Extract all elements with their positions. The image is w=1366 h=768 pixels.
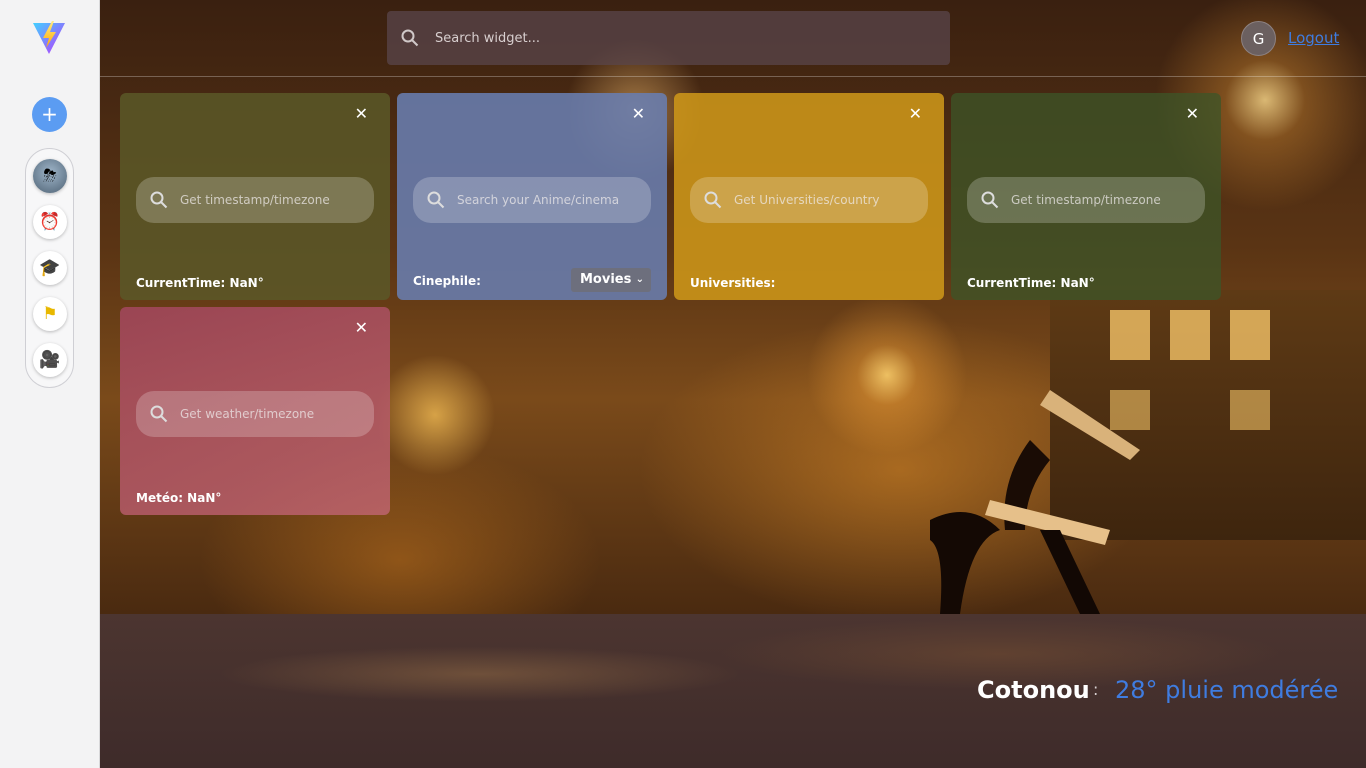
- flag-app-icon[interactable]: ⚑: [33, 297, 67, 331]
- weather-input[interactable]: [180, 407, 370, 421]
- category-select-value: Movies: [580, 272, 632, 287]
- cinephile-app-icon[interactable]: 🎥: [33, 343, 67, 377]
- clock-app-icon[interactable]: ⏰: [33, 205, 67, 239]
- search-icon: [981, 191, 999, 209]
- search-icon: [401, 29, 419, 47]
- widget-search-field[interactable]: [136, 391, 374, 437]
- close-icon[interactable]: ✕: [632, 105, 645, 123]
- weather-description: 28° pluie modérée: [1115, 676, 1339, 704]
- widget-label: Universities:: [690, 276, 776, 290]
- cinema-search-input[interactable]: [457, 193, 647, 207]
- storm-cloud-icon: ⛈: [43, 166, 57, 186]
- widget-app-list: ⛈ ⏰ 🎓 ⚑ 🎥: [25, 148, 74, 388]
- widget-search-field[interactable]: [967, 177, 1205, 223]
- widget-search-field[interactable]: [136, 177, 374, 223]
- widget-search-input[interactable]: [435, 30, 915, 46]
- movie-camera-icon: 🎥: [39, 350, 61, 370]
- search-icon: [150, 405, 168, 423]
- avatar[interactable]: G: [1241, 21, 1276, 56]
- close-icon[interactable]: ✕: [355, 319, 368, 337]
- widget-meteo: ✕ Metéo: NaN°: [120, 307, 390, 515]
- header-divider: [100, 76, 1366, 77]
- alarm-clock-icon: ⏰: [39, 212, 61, 232]
- timezone-input[interactable]: [1011, 193, 1201, 207]
- search-icon: [150, 191, 168, 209]
- country-input[interactable]: [734, 193, 924, 207]
- timezone-input[interactable]: [180, 193, 370, 207]
- widget-current-time: ✕ CurrentTime: NaN°: [951, 93, 1221, 300]
- widget-label: Cinephile:: [413, 274, 481, 288]
- graduation-cap-icon: 🎓: [39, 258, 61, 278]
- widget-search-field[interactable]: [413, 177, 651, 223]
- universities-app-icon[interactable]: 🎓: [33, 251, 67, 285]
- vite-logo-icon[interactable]: [32, 20, 66, 56]
- widget-universities: ✕ Universities:: [674, 93, 944, 300]
- weather-footer: Cotonou : 28° pluie modérée: [100, 614, 1366, 768]
- chevron-down-icon: ⌄: [635, 274, 644, 285]
- separator: :: [1093, 680, 1099, 699]
- widget-current-time: ✕ CurrentTime: NaN°: [120, 93, 390, 300]
- city-name: Cotonou: [977, 676, 1090, 704]
- background-bench: [930, 390, 1140, 614]
- close-icon[interactable]: ✕: [355, 105, 368, 123]
- widget-label: Metéo: NaN°: [136, 491, 222, 505]
- widget-cinephile: ✕ Cinephile: Movies ⌄: [397, 93, 667, 300]
- widget-search-bar[interactable]: [387, 11, 950, 65]
- category-select[interactable]: Movies ⌄: [571, 268, 651, 292]
- widget-label: CurrentTime: NaN°: [136, 276, 264, 290]
- weather-app-icon[interactable]: ⛈: [33, 159, 67, 193]
- search-icon: [427, 191, 445, 209]
- widget-label: CurrentTime: NaN°: [967, 276, 1095, 290]
- widget-search-field[interactable]: [690, 177, 928, 223]
- add-widget-button[interactable]: +: [32, 97, 67, 132]
- dashboard-area: G Logout ✕ CurrentTime: NaN° ✕ Cinephile…: [100, 0, 1366, 614]
- sidebar: + ⛈ ⏰ 🎓 ⚑ 🎥: [0, 0, 100, 768]
- logout-link[interactable]: Logout: [1288, 29, 1339, 47]
- flag-icon: ⚑: [42, 304, 58, 324]
- close-icon[interactable]: ✕: [909, 105, 922, 123]
- close-icon[interactable]: ✕: [1186, 105, 1199, 123]
- search-icon: [704, 191, 722, 209]
